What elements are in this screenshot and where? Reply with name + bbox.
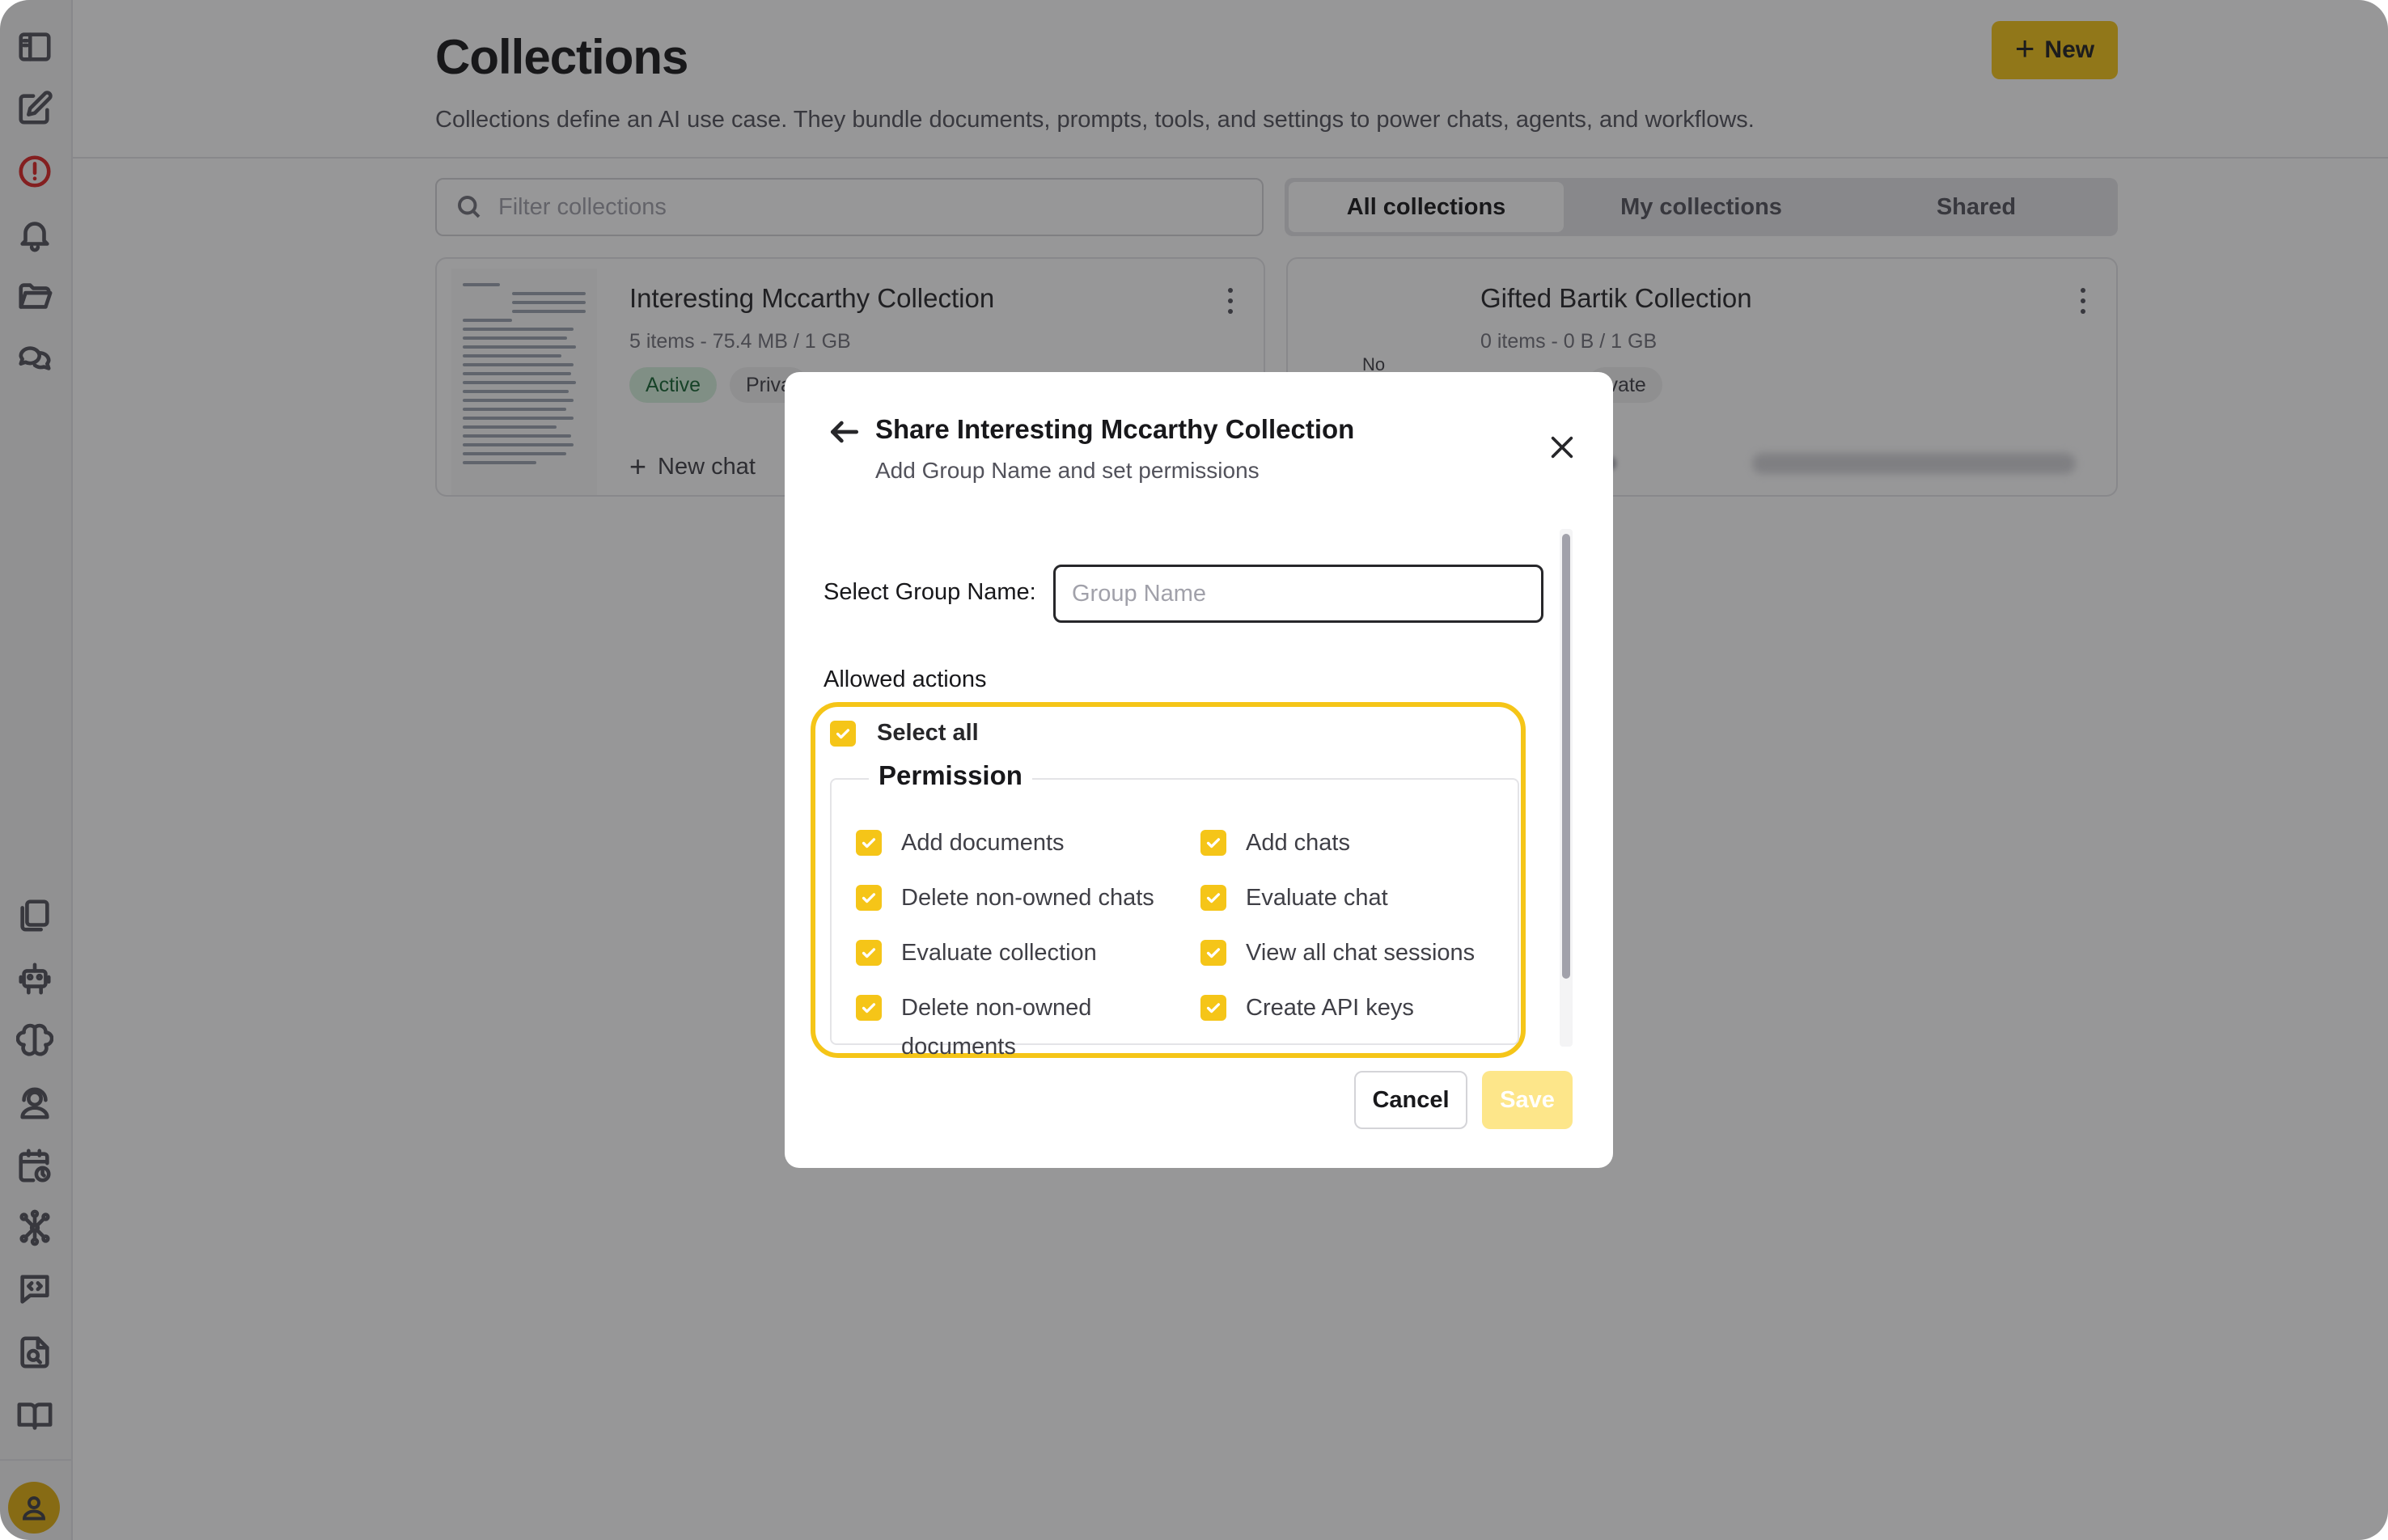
permission-label: Add chats bbox=[1246, 830, 1350, 856]
permission-label: Create API keys bbox=[1246, 995, 1414, 1021]
permission-label: Delete non-owned documents bbox=[901, 995, 1092, 1060]
dialog-title: Share Interesting Mccarthy Collection bbox=[875, 414, 1355, 444]
checkbox-checked-icon bbox=[856, 995, 882, 1021]
permission-label: View all chat sessions bbox=[1246, 940, 1476, 966]
group-name-label: Select Group Name: bbox=[824, 579, 1036, 605]
close-icon[interactable] bbox=[1548, 434, 1576, 461]
dialog-subtitle: Add Group Name and set permissions bbox=[875, 458, 1260, 483]
permission-label: Add documents bbox=[901, 830, 1065, 856]
dialog-scrollbar[interactable] bbox=[1560, 529, 1573, 1047]
scrollbar-thumb[interactable] bbox=[1562, 534, 1570, 979]
checkbox-checked-icon bbox=[830, 720, 856, 747]
permission-delete-non-owned-chats[interactable]: Delete non-owned chats bbox=[856, 878, 1154, 917]
checkbox-checked-icon bbox=[1200, 885, 1226, 911]
checkbox-checked-icon bbox=[1200, 995, 1226, 1021]
checkbox-checked-icon bbox=[856, 940, 882, 966]
permission-evaluate-collection[interactable]: Evaluate collection bbox=[856, 933, 1097, 972]
checkbox-checked-icon bbox=[1200, 830, 1226, 856]
permission-add-documents[interactable]: Add documents bbox=[856, 823, 1065, 862]
checkbox-checked-icon bbox=[856, 885, 882, 911]
group-name-input[interactable] bbox=[1053, 565, 1543, 623]
permission-create-api-keys[interactable]: Create API keys bbox=[1200, 988, 1414, 1027]
cancel-button[interactable]: Cancel bbox=[1354, 1071, 1467, 1129]
allowed-actions-heading: Allowed actions bbox=[824, 666, 987, 692]
share-dialog: Share Interesting Mccarthy Collection Ad… bbox=[785, 372, 1613, 1168]
select-all-label: Select all bbox=[877, 720, 979, 746]
save-button[interactable]: Save bbox=[1482, 1071, 1573, 1129]
permission-delete-non-owned-documents[interactable]: Delete non-owned documents bbox=[856, 988, 1131, 1066]
permission-label: Evaluate chat bbox=[1246, 885, 1388, 911]
app-window: Collections Collections define an AI use… bbox=[0, 0, 2388, 1540]
checkbox-checked-icon bbox=[1200, 940, 1226, 966]
permission-label: Delete non-owned chats bbox=[901, 885, 1154, 911]
permission-legend: Permission bbox=[869, 760, 1032, 791]
permission-evaluate-chat[interactable]: Evaluate chat bbox=[1200, 878, 1388, 917]
permission-view-all-chat-sessions[interactable]: View all chat sessions bbox=[1200, 933, 1475, 972]
permission-label: Evaluate collection bbox=[901, 940, 1097, 966]
checkbox-checked-icon bbox=[856, 830, 882, 856]
back-arrow-icon[interactable] bbox=[827, 414, 862, 450]
permission-add-chats[interactable]: Add chats bbox=[1200, 823, 1350, 862]
select-all-checkbox[interactable]: Select all bbox=[830, 720, 979, 747]
